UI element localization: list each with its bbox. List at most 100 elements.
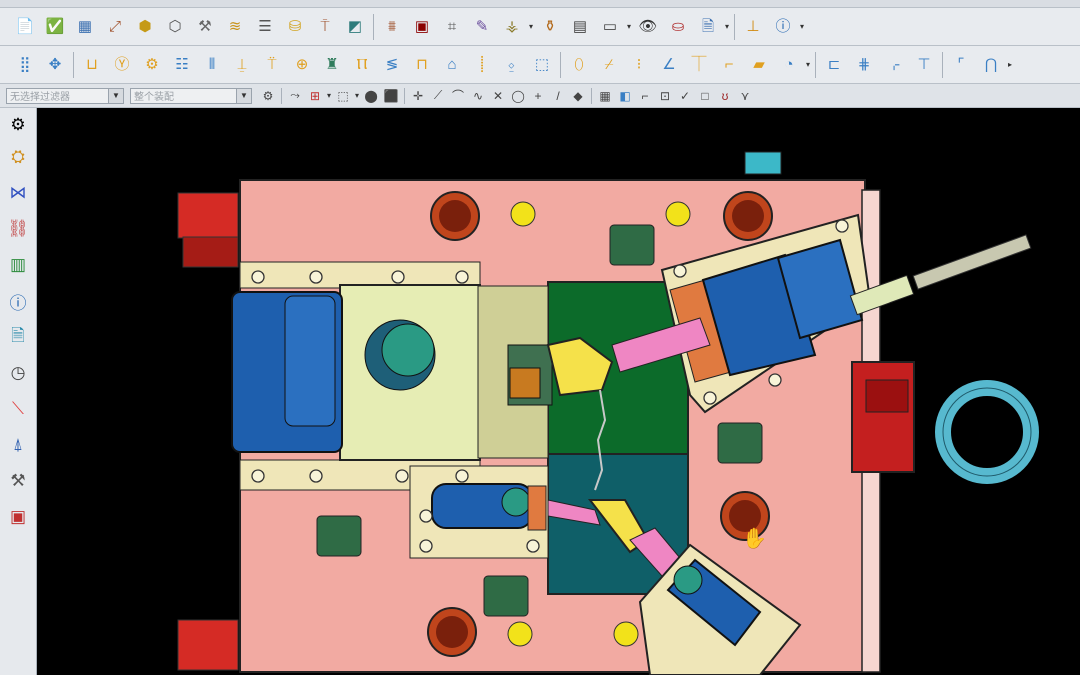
layers-icon[interactable]: ≋ — [222, 14, 248, 40]
list-icon[interactable]: ☰ — [252, 14, 278, 40]
coupling-icon[interactable]: ⋕ — [851, 52, 877, 78]
capsule-icon[interactable]: ⬯ — [566, 52, 592, 78]
assembly-navigator-icon[interactable]: ⛭ — [4, 142, 32, 172]
square-icon[interactable]: ⌐ — [636, 87, 654, 105]
gear-small-icon[interactable]: ⚙ — [259, 87, 277, 105]
line-icon[interactable]: ⟋ — [429, 87, 447, 105]
library-icon[interactable]: ▥ — [4, 250, 32, 280]
pen-icon[interactable]: ✎ — [469, 14, 495, 40]
slash-icon[interactable]: / — [549, 87, 567, 105]
database-icon[interactable]: ⛁ — [282, 14, 308, 40]
square-outline-icon[interactable]: □ — [696, 87, 714, 105]
dots-icon[interactable]: ⁝ — [626, 52, 652, 78]
scroll-right-icon[interactable]: ▸ — [1008, 60, 1012, 69]
curve-icon[interactable]: ⌒ — [449, 87, 467, 105]
selection-icon[interactable]: ⊞ — [306, 87, 324, 105]
chevron-down-icon[interactable]: ▾ — [806, 60, 810, 69]
component-icon[interactable]: ⚶ — [499, 14, 525, 40]
graphics-viewport[interactable]: ✋ — [37, 108, 1080, 675]
eye-icon[interactable]: 👁 — [635, 14, 661, 40]
info-icon[interactable]: ⓘ — [4, 286, 32, 316]
palette-icon[interactable]: ▣ — [4, 502, 32, 532]
cube-icon[interactable]: ⬢ — [132, 14, 158, 40]
mold-wizard-icon[interactable]: ⬡ — [162, 14, 188, 40]
bracket-u-icon[interactable]: ⊔ — [79, 52, 105, 78]
wedge-icon[interactable]: ⌌ — [881, 52, 907, 78]
clamp-icon[interactable]: ⌗ — [439, 14, 465, 40]
snap-icon[interactable]: ⤳ — [286, 87, 304, 105]
plus-icon[interactable]: + — [529, 87, 547, 105]
clip-icon[interactable]: ⏉ — [686, 52, 712, 78]
new-file-icon[interactable]: 📄 — [12, 14, 38, 40]
loop-icon[interactable]: ⋂ — [978, 52, 1004, 78]
cut-icon[interactable]: ⌿ — [596, 52, 622, 78]
constraint-icon[interactable]: ⋈ — [4, 178, 32, 208]
spanner-icon[interactable]: ⚒ — [192, 14, 218, 40]
mold-base-icon[interactable]: ◩ — [342, 14, 368, 40]
type-filter-dropdown[interactable]: 无选择过滤器 ▼ — [6, 87, 124, 104]
crosshair-icon[interactable]: ⊕ — [289, 52, 315, 78]
box-icon[interactable]: ⬚ — [529, 52, 555, 78]
spring-icon[interactable]: ≶ — [379, 52, 405, 78]
face-icon[interactable]: ◧ — [616, 87, 634, 105]
slide-icon[interactable]: Ⲡ — [349, 52, 375, 78]
loop-small-icon[interactable]: ʊ — [716, 87, 734, 105]
chevron-down-icon[interactable]: ▼ — [108, 88, 123, 103]
analysis-icon[interactable]: ⟍ — [4, 394, 32, 424]
column-icon[interactable]: ⫴ — [199, 52, 225, 78]
chevron-down-icon[interactable]: ▾ — [327, 91, 331, 100]
stack-icon[interactable]: ⩩ — [379, 14, 405, 40]
cube-small-icon[interactable]: ⬛ — [382, 87, 400, 105]
cavity-icon[interactable]: ⌂ — [439, 52, 465, 78]
selection-scope-dropdown[interactable]: 整个装配 ▼ — [130, 87, 252, 104]
check-icon[interactable]: ✓ — [676, 87, 694, 105]
grid-table-icon[interactable]: ▦ — [72, 14, 98, 40]
plate-icon[interactable]: ▰ — [746, 52, 772, 78]
table-icon[interactable]: ▤ — [567, 14, 593, 40]
grid-dots-icon[interactable]: ⣿ — [12, 52, 38, 78]
screw-icon[interactable]: ⸽ — [469, 52, 495, 78]
circle-icon[interactable]: ◯ — [509, 87, 527, 105]
press-icon[interactable]: ⍑ — [312, 14, 338, 40]
snap-curve-icon[interactable]: ⊡ — [656, 87, 674, 105]
document-icon[interactable]: 🗎 — [695, 14, 721, 40]
chevron-down-icon[interactable]: ▾ — [355, 91, 359, 100]
cylinder-icon[interactable]: ⛀ — [665, 14, 691, 40]
ejector-icon[interactable]: ⍊ — [229, 52, 255, 78]
chevron-down-icon[interactable]: ▾ — [725, 22, 729, 31]
grid-small-icon[interactable]: ▦ — [596, 87, 614, 105]
film-icon[interactable]: ▣ — [409, 14, 435, 40]
checkbox-icon[interactable]: ✅ — [42, 14, 68, 40]
solid-icon[interactable]: ◆ — [569, 87, 587, 105]
settings-icon[interactable]: ⚙ — [4, 114, 32, 136]
mold-model[interactable] — [37, 108, 1080, 675]
lifter-icon[interactable]: ⊓ — [409, 52, 435, 78]
move-icon[interactable]: ✥ — [42, 52, 68, 78]
stack-plate-icon[interactable]: ☷ — [169, 52, 195, 78]
role-icon[interactable]: ⍋ — [4, 430, 32, 460]
anchor-icon[interactable]: ⋎ — [736, 87, 754, 105]
axis-icon[interactable]: ⤢ — [102, 14, 128, 40]
chevron-down-icon[interactable]: ▾ — [529, 22, 533, 31]
pin-icon[interactable]: ⍡ — [259, 52, 285, 78]
angle-icon[interactable]: ∠ — [656, 52, 682, 78]
bracket-icon[interactable]: ⊥ — [740, 14, 766, 40]
wave-icon[interactable]: ∿ — [469, 87, 487, 105]
corner-icon[interactable]: ⌜ — [948, 52, 974, 78]
sphere-icon[interactable]: ⬤ — [362, 87, 380, 105]
move-cross-icon[interactable]: ✛ — [409, 87, 427, 105]
hook-icon[interactable]: ⌐ — [716, 52, 742, 78]
cross-icon[interactable]: ✕ — [489, 87, 507, 105]
insert-icon[interactable]: ⚱ — [537, 14, 563, 40]
tools-icon[interactable]: ⚒ — [4, 466, 32, 496]
frame-icon[interactable]: ⊏ — [821, 52, 847, 78]
part-navigator-icon[interactable]: ⛓ — [4, 214, 32, 244]
beam-icon[interactable]: ⊤ — [911, 52, 937, 78]
chevron-down-icon[interactable]: ▾ — [627, 22, 631, 31]
select-box-icon[interactable]: ⬚ — [334, 87, 352, 105]
document-icon[interactable]: 🗎 — [4, 322, 32, 352]
gear-icon[interactable]: ⚙ — [139, 52, 165, 78]
tower-icon[interactable]: ♜ — [319, 52, 345, 78]
info-icon[interactable]: ⓘ — [770, 14, 796, 40]
monitor-icon[interactable]: ▭ — [597, 14, 623, 40]
